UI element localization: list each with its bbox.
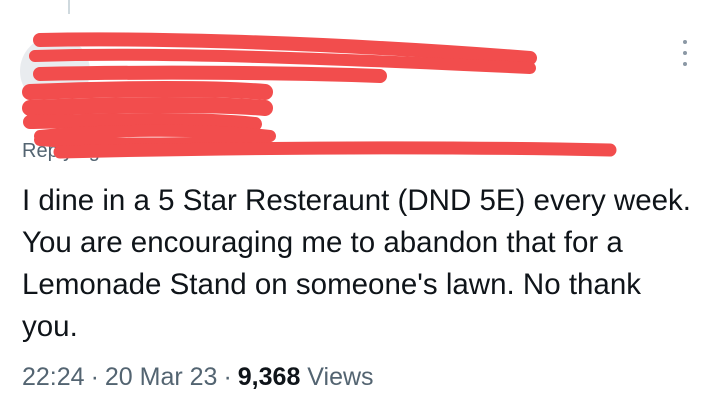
tweet-date[interactable]: 20 Mar 23 xyxy=(105,363,218,391)
views-label[interactable]: Views xyxy=(307,363,373,391)
tweet-header: Replying to xyxy=(0,0,720,170)
views-count[interactable]: 9,368 xyxy=(238,363,301,391)
redaction-scribble xyxy=(22,32,617,159)
more-vertical-icon[interactable] xyxy=(678,40,692,66)
separator-dot: · xyxy=(90,363,99,391)
tweet-time[interactable]: 22:24 xyxy=(22,363,85,391)
separator-dot: · xyxy=(223,363,232,391)
tweet-metadata: 22:24 · 20 Mar 23 · 9,368 Views xyxy=(22,360,374,394)
tweet-text: I dine in a 5 Star Resteraunt (DND 5E) e… xyxy=(22,184,691,343)
